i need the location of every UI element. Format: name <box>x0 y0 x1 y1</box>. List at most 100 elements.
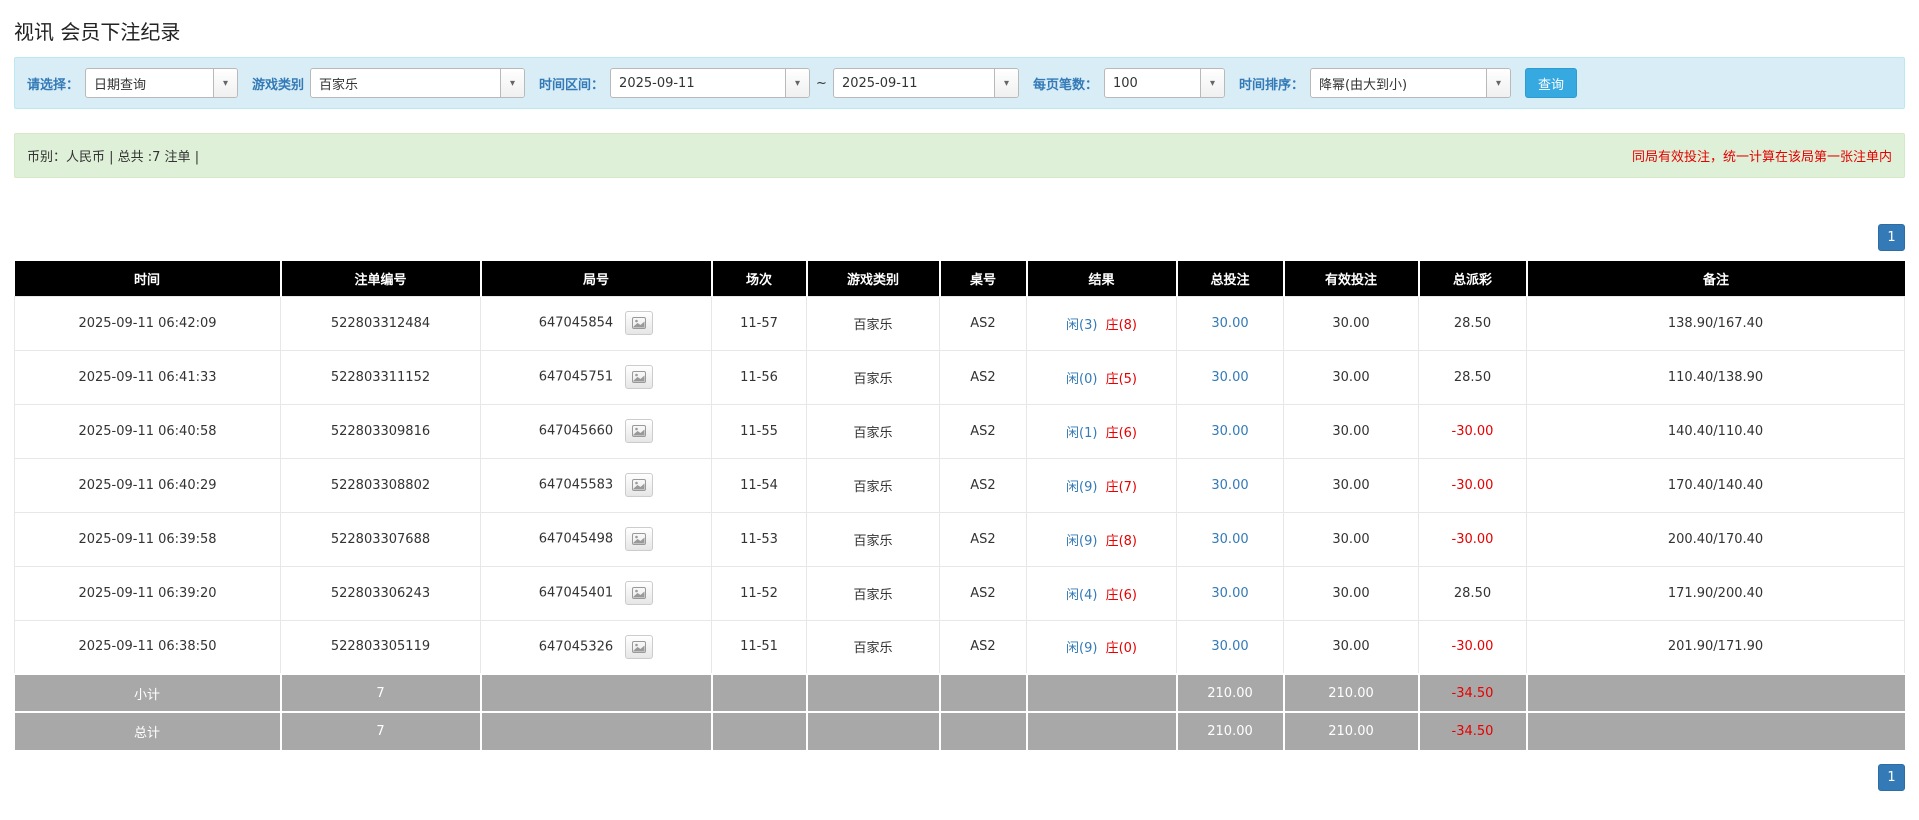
cards-image-icon <box>632 371 647 383</box>
table-row: 2025-09-11 06:40:58 522803309816 6470456… <box>14 403 1905 459</box>
cell-game-type: 百家乐 <box>806 295 940 351</box>
total-valid-bet: 210.00 <box>1283 711 1420 750</box>
query-type-label: 请选择： <box>27 77 80 93</box>
total-bet-link[interactable]: 30.00 <box>1211 639 1248 654</box>
page-1-button[interactable]: 1 <box>1878 764 1905 791</box>
total-bet-link[interactable]: 30.00 <box>1211 370 1248 385</box>
view-cards-button[interactable] <box>625 473 654 497</box>
cell-total-bet: 30.00 <box>1176 619 1284 675</box>
cell-bet-id: 522803305119 <box>280 619 481 675</box>
view-cards-button[interactable] <box>625 419 654 443</box>
cell-bet-id: 522803307688 <box>280 511 481 567</box>
query-type-select[interactable]: 日期查询 ▾ <box>85 68 239 98</box>
chevron-down-icon[interactable]: ▾ <box>1485 69 1510 97</box>
cell-total-bet: 30.00 <box>1176 295 1284 351</box>
date-to-picker[interactable]: 2025-09-11 ▾ <box>832 68 1019 98</box>
cell-time: 2025-09-11 06:40:29 <box>14 457 281 513</box>
result-player: 闲(9) <box>1066 479 1098 495</box>
cell-payout: -30.00 <box>1418 619 1527 675</box>
subtotal-total-bet: 210.00 <box>1176 673 1285 712</box>
cards-image-icon <box>632 587 647 599</box>
chevron-down-icon[interactable]: ▾ <box>993 69 1018 97</box>
bet-records-table: 时间 注单编号 局号 场次 游戏类别 桌号 结果 总投注 有效投注 总派彩 备注… <box>14 261 1905 750</box>
summary-currency-count: 币别：人民币 | 总共 :7 注单 | <box>27 150 200 165</box>
cell-result: 闲(9) 庄(8) <box>1026 511 1177 567</box>
cell-game-type: 百家乐 <box>806 349 940 405</box>
query-type-value: 日期查询 <box>94 77 147 93</box>
cell-valid-bet: 30.00 <box>1283 349 1419 405</box>
page-1-button[interactable]: 1 <box>1878 224 1905 251</box>
view-cards-button[interactable] <box>625 581 654 605</box>
round-id-text: 647045401 <box>538 585 614 601</box>
cell-note: 200.40/170.40 <box>1526 511 1905 567</box>
date-to-value: 2025-09-11 <box>841 75 918 91</box>
cell-note: 138.90/167.40 <box>1526 295 1905 351</box>
cards-image-icon <box>632 640 647 653</box>
cell-game-type: 百家乐 <box>806 511 940 567</box>
result-player: 闲(0) <box>1066 371 1098 387</box>
total-bet-link[interactable]: 30.00 <box>1211 424 1248 439</box>
game-type-select[interactable]: 百家乐 ▾ <box>310 68 526 98</box>
cell-time: 2025-09-11 06:39:20 <box>14 565 281 621</box>
cell-round-id: 647045401 <box>480 565 712 621</box>
result-banker: 庄(5) <box>1105 371 1137 387</box>
cell-session: 11-55 <box>711 403 807 459</box>
cell-note: 171.90/200.40 <box>1526 565 1905 621</box>
total-label: 总计 <box>14 711 282 750</box>
table-row: 2025-09-11 06:39:58 522803307688 6470454… <box>14 511 1905 567</box>
sort-select[interactable]: 降幂(由大到小) ▾ <box>1309 68 1511 98</box>
total-bet-link[interactable]: 30.00 <box>1211 316 1248 331</box>
total-bet-link[interactable]: 30.00 <box>1211 532 1248 547</box>
cards-image-icon <box>632 317 647 329</box>
view-cards-button[interactable] <box>625 634 654 659</box>
chevron-down-icon[interactable]: ▾ <box>785 69 810 97</box>
chevron-down-icon[interactable]: ▾ <box>1199 69 1224 97</box>
table-body: 2025-09-11 06:42:09 522803312484 6470458… <box>14 295 1905 675</box>
cell-result: 闲(4) 庄(6) <box>1026 565 1177 621</box>
total-empty <box>711 711 808 750</box>
cell-bet-id: 522803312484 <box>280 295 481 351</box>
cell-note: 110.40/138.90 <box>1526 349 1905 405</box>
cell-game-type: 百家乐 <box>806 403 940 459</box>
page-size-select[interactable]: 100 ▾ <box>1103 68 1225 98</box>
subtotal-empty <box>711 673 808 712</box>
view-cards-button[interactable] <box>625 311 654 335</box>
cell-table-no: AS2 <box>939 295 1027 351</box>
subtotal-empty <box>1026 673 1178 712</box>
game-type-label: 游戏类别 <box>252 77 305 93</box>
chevron-down-icon[interactable]: ▾ <box>500 69 525 97</box>
result-player: 闲(9) <box>1066 533 1098 549</box>
table-row: 2025-09-11 06:38:50 522803305119 6470453… <box>14 619 1905 675</box>
total-payout: -34.50 <box>1418 711 1528 750</box>
view-cards-button[interactable] <box>625 365 654 389</box>
cell-total-bet: 30.00 <box>1176 565 1284 621</box>
view-cards-button[interactable] <box>625 527 654 551</box>
subtotal-empty <box>806 673 941 712</box>
cell-game-type: 百家乐 <box>806 565 940 621</box>
result-banker: 庄(0) <box>1105 641 1137 657</box>
header-game-type: 游戏类别 <box>806 261 941 296</box>
date-range-separator: ~ <box>816 75 827 91</box>
cell-bet-id: 522803306243 <box>280 565 481 621</box>
game-type-value: 百家乐 <box>319 77 359 93</box>
cell-valid-bet: 30.00 <box>1283 619 1419 675</box>
cell-round-id: 647045583 <box>480 457 712 513</box>
total-empty <box>480 711 713 750</box>
chevron-down-icon[interactable]: ▾ <box>213 69 238 97</box>
cell-round-id: 647045854 <box>480 295 712 351</box>
cell-session: 11-53 <box>711 511 807 567</box>
subtotal-label: 小计 <box>14 673 282 712</box>
cell-payout: -30.00 <box>1418 457 1527 513</box>
result-banker: 庄(8) <box>1105 317 1137 333</box>
date-from-picker[interactable]: 2025-09-11 ▾ <box>610 68 811 98</box>
pagination-bottom: 1 <box>14 764 1905 791</box>
subtotal-payout: -34.50 <box>1418 673 1528 712</box>
cell-note: 201.90/171.90 <box>1526 619 1905 675</box>
search-button[interactable]: 查询 <box>1524 68 1577 98</box>
table-row: 2025-09-11 06:39:20 522803306243 6470454… <box>14 565 1905 621</box>
cell-session: 11-52 <box>711 565 807 621</box>
table-row: 2025-09-11 06:41:33 522803311152 6470457… <box>14 349 1905 405</box>
page-title: 视讯 会员下注纪录 <box>14 20 181 44</box>
total-bet-link[interactable]: 30.00 <box>1211 586 1248 601</box>
total-bet-link[interactable]: 30.00 <box>1211 478 1248 493</box>
